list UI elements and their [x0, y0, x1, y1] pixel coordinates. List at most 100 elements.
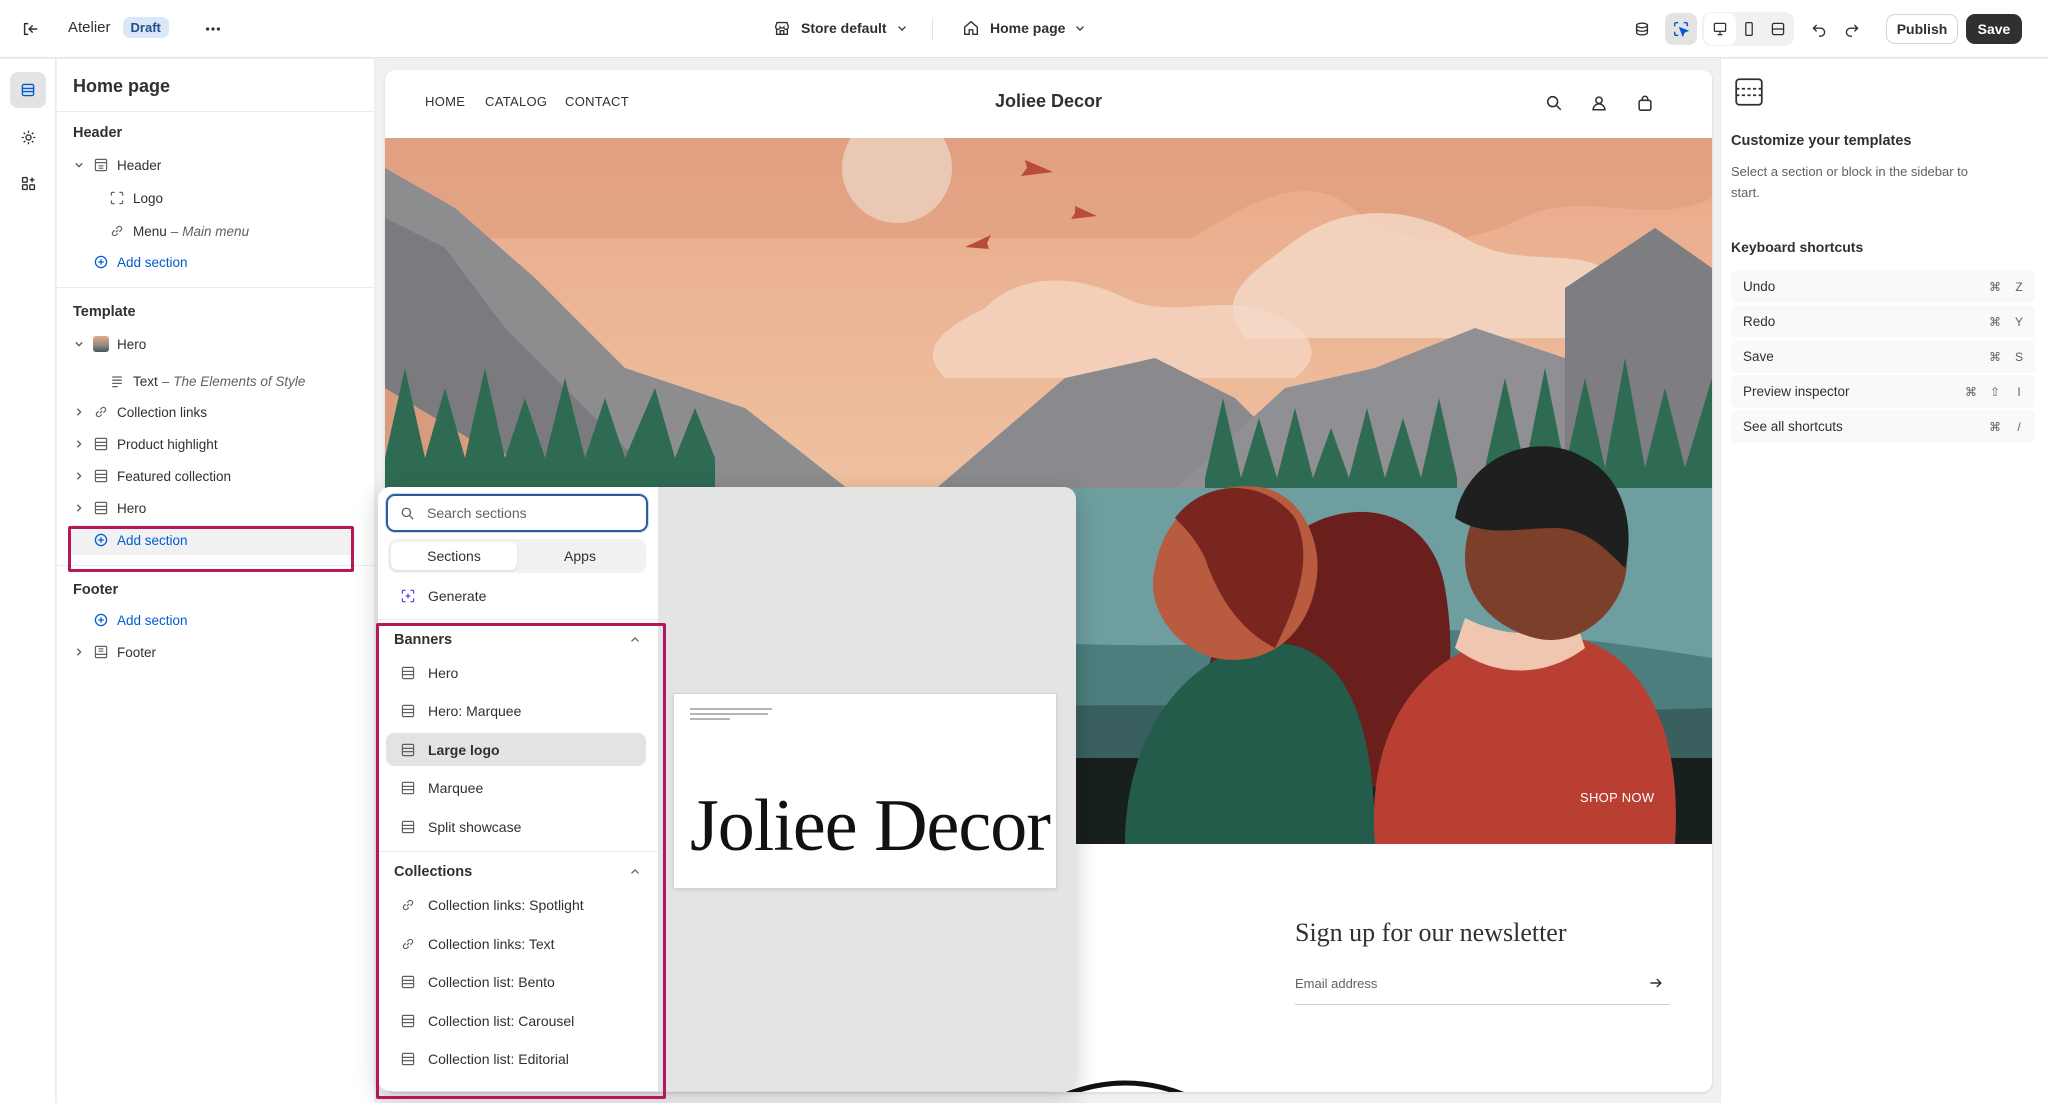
section-option-large-logo[interactable]: Large logo	[386, 733, 646, 766]
desktop-view-icon[interactable]	[1704, 13, 1736, 45]
tree-item-text[interactable]: Text – The Elements of Style	[109, 366, 305, 396]
preview-placeholder-text	[690, 708, 772, 728]
account-icon[interactable]	[1590, 94, 1608, 112]
tree-item-hero[interactable]: Hero	[71, 329, 146, 359]
section-icon	[401, 975, 415, 988]
publish-button[interactable]: Publish	[1886, 14, 1958, 44]
page-selector[interactable]: Home page	[962, 19, 1087, 37]
divider	[57, 287, 375, 288]
plus-circle-icon	[94, 255, 108, 269]
tree-item-footer[interactable]: Footer	[71, 637, 156, 667]
chevron-up-icon	[631, 637, 639, 642]
tree-item-header[interactable]: Header	[71, 150, 161, 180]
section-option-collection-list-carousel[interactable]: Collection list: Carousel	[386, 1004, 646, 1037]
more-actions-icon[interactable]	[197, 13, 229, 45]
section-picker-list: Search sections Sections Apps Generate B…	[378, 487, 658, 1091]
section-icon	[401, 1014, 415, 1027]
tree-item-detail: Main menu	[182, 223, 250, 239]
section-icon	[401, 1052, 415, 1065]
add-section-label: Add section	[117, 254, 188, 270]
search-icon[interactable]	[1545, 94, 1563, 112]
section-option-collection-links-spotlight[interactable]: Collection links: Spotlight	[386, 888, 646, 921]
chevron-right-icon[interactable]	[71, 468, 87, 484]
mobile-view-icon[interactable]	[1733, 13, 1765, 45]
redo-icon[interactable]	[1836, 13, 1868, 45]
tree-item-detail: The Elements of Style	[173, 373, 306, 389]
section-icon	[401, 820, 415, 833]
tree-item-featured-collection[interactable]: Featured collection	[71, 461, 231, 491]
exit-icon[interactable]	[14, 13, 46, 45]
undo-icon[interactable]	[1803, 13, 1835, 45]
store-selector[interactable]: Store default	[773, 19, 909, 37]
section-option-split-showcase[interactable]: Split showcase	[386, 810, 646, 843]
generate-item[interactable]: Generate	[386, 579, 646, 612]
chevron-down-icon[interactable]	[71, 336, 87, 352]
search-sections-input[interactable]: Search sections	[386, 494, 648, 532]
link-icon	[402, 899, 414, 910]
collections-category-title: Collections	[394, 864, 473, 880]
tree-item-label: Text	[133, 373, 158, 389]
section-option-label: Collection list: Bento	[428, 973, 555, 990]
tree-item-label: Logo	[133, 190, 164, 206]
add-section-footer-button[interactable]: Add section	[93, 605, 188, 635]
section-option-marquee[interactable]: Marquee	[386, 771, 646, 804]
chevron-right-icon[interactable]	[71, 404, 87, 420]
section-option-collection-list-bento[interactable]: Collection list: Bento	[386, 965, 646, 998]
key-cap: Y	[2014, 314, 2023, 329]
tree-item-hero-2[interactable]: Hero	[71, 493, 146, 523]
store-brand[interactable]: Joliee Decor	[385, 91, 1712, 112]
section-option-collection-links-text[interactable]: Collection links: Text	[386, 927, 646, 960]
tree-item-collection-links[interactable]: Collection links	[71, 397, 207, 427]
inspector-panel: Customize your templates Select a sectio…	[1720, 59, 2048, 1103]
shortcuts-title: Keyboard shortcuts	[1731, 239, 1864, 255]
tab-apps[interactable]: Apps	[517, 542, 643, 570]
collections-category-header[interactable]: Collections	[394, 860, 642, 884]
chevron-right-icon[interactable]	[71, 500, 87, 516]
shortcut-label: Save	[1743, 349, 1774, 364]
add-section-header-button[interactable]: Add section	[93, 247, 188, 277]
store-selector-label: Store default	[801, 20, 887, 36]
save-button[interactable]: Save	[1966, 14, 2022, 44]
cart-icon[interactable]	[1636, 93, 1654, 113]
page-title: Home page	[73, 76, 171, 96]
section-option-label: Hero: Marquee	[428, 702, 522, 719]
apps-icon[interactable]	[12, 167, 44, 199]
add-section-template-button[interactable]: Add section	[69, 525, 355, 555]
ai-sparkle-icon[interactable]	[1626, 13, 1658, 45]
tree-item-menu[interactable]: Menu – Main menu	[109, 216, 249, 246]
hero-shop-now-link[interactable]: SHOP NOW	[1580, 790, 1654, 805]
divider	[932, 18, 933, 40]
section-option-label: Collection list: Carousel	[428, 1012, 575, 1029]
theme-settings-icon[interactable]	[12, 121, 44, 153]
newsletter-email-input[interactable]: Email address	[1295, 965, 1670, 1005]
key-cap: ⌘	[1989, 279, 2001, 294]
section-sidebar: Home page Header Header Logo Menu – Main…	[57, 59, 375, 1103]
section-option-label: Marquee	[428, 779, 484, 796]
section-option-label: Collection links: Spotlight	[428, 896, 584, 913]
chevron-down-icon	[1076, 26, 1085, 31]
section-icon	[401, 666, 415, 679]
full-width-view-icon[interactable]	[1762, 13, 1794, 45]
chevron-right-icon[interactable]	[71, 436, 87, 452]
chevron-right-icon[interactable]	[71, 644, 87, 660]
key-cap: Z	[2015, 279, 2023, 294]
arrow-right-icon[interactable]	[1648, 975, 1664, 991]
section-icon	[94, 469, 108, 483]
top-bar: Atelier Draft Store default Home page Pu…	[0, 0, 2048, 58]
tab-sections[interactable]: Sections	[391, 542, 517, 570]
section-option-collection-list-editorial[interactable]: Collection list: Editorial	[386, 1042, 646, 1075]
divider	[378, 619, 658, 620]
section-option-hero-marquee[interactable]: Hero: Marquee	[386, 694, 646, 727]
inspector-toggle-icon[interactable]	[1665, 13, 1697, 45]
chevron-down-icon[interactable]	[71, 157, 87, 173]
tree-item-label: Menu	[133, 223, 167, 239]
footer-section-icon	[94, 645, 108, 659]
plus-circle-icon	[94, 613, 108, 627]
banners-category-header[interactable]: Banners	[394, 628, 642, 652]
tree-item-product-highlight[interactable]: Product highlight	[71, 429, 218, 459]
shortcut-see-all[interactable]: See all shortcuts ⌘ /	[1731, 410, 2035, 443]
tree-item-logo[interactable]: Logo	[109, 183, 163, 213]
sections-nav-icon[interactable]	[10, 72, 46, 108]
section-option-hero[interactable]: Hero	[386, 656, 646, 689]
link-icon	[402, 938, 414, 949]
